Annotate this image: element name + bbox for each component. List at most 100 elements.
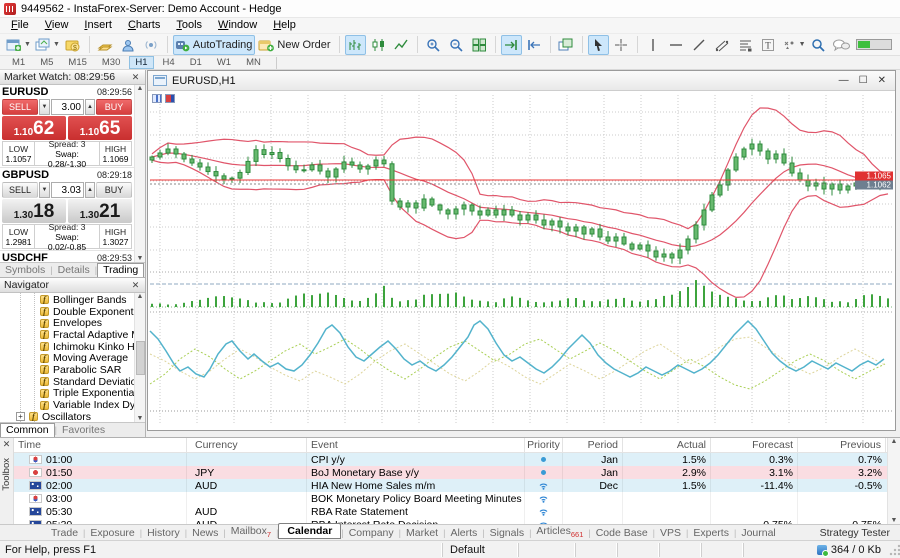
timeframe-m15[interactable]: M15 xyxy=(62,56,92,69)
column-header-forecast[interactable]: Forecast xyxy=(711,438,798,452)
zoom-in-icon[interactable] xyxy=(423,35,444,55)
fibonacci-icon[interactable] xyxy=(735,35,756,55)
status-profile[interactable]: Default xyxy=(442,543,518,557)
toolbox-tab-trade[interactable]: Trade xyxy=(46,527,83,539)
maximize-icon[interactable]: ☐ xyxy=(859,75,868,86)
toolbox-tab-articles[interactable]: Articles661 xyxy=(531,525,588,539)
toolbox-tab-news[interactable]: News xyxy=(187,527,223,539)
buy-button[interactable]: BUY xyxy=(96,182,132,198)
navigator-item-parabolic-sar[interactable]: fParabolic SAR xyxy=(0,364,134,376)
restore-windows-icon[interactable] xyxy=(556,35,577,55)
close-icon[interactable]: ✕ xyxy=(130,72,141,83)
navigator-item-double-exponential[interactable]: fDouble Exponential xyxy=(0,306,134,318)
bar-chart-icon[interactable] xyxy=(345,35,366,55)
toolbox-tab-signals[interactable]: Signals xyxy=(485,527,529,539)
tab-trading[interactable]: Trading xyxy=(97,263,144,278)
navigator-scrollbar[interactable]: ▲▼ xyxy=(134,293,145,422)
toolbox-tab-company[interactable]: Company xyxy=(344,527,399,539)
scroll-up-icon[interactable]: ▲ xyxy=(137,293,144,300)
bid-price[interactable]: 1.1062 xyxy=(2,116,66,140)
calendar-row[interactable]: 01:00CPI y/yJan1.5%0.3%0.7% xyxy=(14,453,887,466)
volume-dropdown[interactable]: ▼ xyxy=(39,182,50,198)
toolbox-tab-market[interactable]: Market xyxy=(401,527,443,539)
ask-price[interactable]: 1.1065 xyxy=(68,116,132,140)
scroll-up-icon[interactable]: ▲ xyxy=(137,85,144,92)
tab-symbols[interactable]: Symbols xyxy=(0,264,50,277)
timeframe-h4[interactable]: H4 xyxy=(157,56,181,69)
expand-icon[interactable]: + xyxy=(16,412,25,421)
toolbox-tab-vps[interactable]: VPS xyxy=(655,527,686,539)
scroll-down-icon[interactable]: ▼ xyxy=(137,415,144,422)
toolbox-tab-alerts[interactable]: Alerts xyxy=(445,527,482,539)
chart-shift-icon[interactable] xyxy=(524,35,545,55)
calendar-row[interactable]: 05:30AUDRBA Rate Statement xyxy=(14,505,887,518)
navigator-item-standard-deviation[interactable]: fStandard Deviation xyxy=(0,376,134,388)
timeframe-m5[interactable]: M5 xyxy=(34,56,59,69)
navigator-item-envelopes[interactable]: fEnvelopes xyxy=(0,317,134,329)
symbol-block-eurusd[interactable]: EURUSD08:29:56SELL▼3.00▲BUY1.10621.1065L… xyxy=(0,85,134,168)
calendar-scrollbar[interactable]: ▲▼ xyxy=(887,438,900,524)
chat-icon[interactable] xyxy=(832,38,850,52)
community-button[interactable] xyxy=(118,35,139,55)
toolbox-tab-history[interactable]: History xyxy=(142,527,185,539)
timeframe-m1[interactable]: M1 xyxy=(6,56,31,69)
navigator-item-variable-index-dyna[interactable]: fVariable Index Dyna xyxy=(0,399,134,411)
autotrading-button[interactable]: AutoTrading xyxy=(173,35,256,55)
navigator-item-ichimoku-kinko-hyo[interactable]: fIchimoku Kinko Hyo xyxy=(0,341,134,353)
trendline-icon[interactable] xyxy=(689,35,710,55)
close-icon[interactable]: ✕ xyxy=(3,438,11,450)
menu-window[interactable]: Window xyxy=(210,18,265,33)
sell-button[interactable]: SELL xyxy=(2,99,38,115)
menu-file[interactable]: File xyxy=(3,18,37,33)
ask-price[interactable]: 1.3021 xyxy=(68,199,132,223)
navigator-item-triple-exponential-m[interactable]: fTriple Exponential M xyxy=(0,388,134,400)
volume-input[interactable]: 3.00 xyxy=(51,99,84,115)
column-header-period[interactable]: Period xyxy=(563,438,623,452)
symbol-block-usdchf[interactable]: USDCHF08:29:53SELL▼3.00▲BUY xyxy=(0,251,134,262)
text-icon[interactable]: T xyxy=(758,35,779,55)
column-header-event[interactable]: Event xyxy=(307,438,525,452)
toolbox-tab-experts[interactable]: Experts xyxy=(688,527,734,539)
bid-price[interactable]: 1.3018 xyxy=(2,199,66,223)
symbol-block-gbpusd[interactable]: GBPUSD08:29:18SELL▼3.03▲BUY1.30181.3021L… xyxy=(0,168,134,251)
close-icon[interactable]: ✕ xyxy=(130,280,141,291)
quotes-button[interactable] xyxy=(95,35,116,55)
tile-windows-icon[interactable] xyxy=(469,35,490,55)
sell-button[interactable]: SELL xyxy=(2,182,38,198)
column-header-time[interactable]: Time xyxy=(14,438,187,452)
navigator-item-bollinger-bands[interactable]: fBollinger Bands xyxy=(0,294,134,306)
menu-insert[interactable]: Insert xyxy=(76,18,120,33)
cursor-icon[interactable] xyxy=(588,35,609,55)
timeframe-m30[interactable]: M30 xyxy=(96,56,126,69)
column-header-previous[interactable]: Previous xyxy=(798,438,886,452)
zoom-out-icon[interactable] xyxy=(446,35,467,55)
tab-common[interactable]: Common xyxy=(0,423,55,438)
resize-grip[interactable] xyxy=(888,543,900,557)
column-header-priority[interactable]: Priority xyxy=(525,438,563,452)
scroll-down-icon[interactable]: ▼ xyxy=(137,255,144,262)
toolbox-tab-mailbox[interactable]: Mailbox7 xyxy=(226,525,276,539)
timeframe-h1[interactable]: H1 xyxy=(129,56,153,69)
horizontal-line-icon[interactable] xyxy=(666,35,687,55)
arrows-icon[interactable]: ▼ xyxy=(781,35,807,55)
volume-input[interactable]: 3.03 xyxy=(51,182,84,198)
tab-details[interactable]: Details xyxy=(53,264,95,277)
volume-step-up[interactable]: ▲ xyxy=(85,99,95,115)
chart-window-titlebar[interactable]: EURUSD,H1 — ☐ ✕ xyxy=(148,71,895,91)
new-order-button[interactable]: New Order xyxy=(257,35,333,55)
strategy-tester-tab[interactable]: Strategy Tester xyxy=(820,527,890,539)
calendar-row[interactable]: 02:00AUDHIA New Home Sales m/mDec1.5%-11… xyxy=(14,479,887,492)
new-chart-button[interactable]: ▼ xyxy=(5,35,32,55)
timeframe-d1[interactable]: D1 xyxy=(184,56,208,69)
buy-button[interactable]: BUY xyxy=(96,99,132,115)
navigator-header[interactable]: Navigator ✕ xyxy=(0,278,145,293)
timeframe-mn[interactable]: MN xyxy=(240,56,267,69)
search-icon[interactable] xyxy=(811,38,826,52)
history-center-button[interactable]: $ xyxy=(63,35,84,55)
menu-help[interactable]: Help xyxy=(265,18,304,33)
toolbox-tab-journal[interactable]: Journal xyxy=(736,527,780,539)
scroll-down-icon[interactable]: ▼ xyxy=(891,517,898,524)
channel-icon[interactable] xyxy=(712,35,733,55)
profiles-button[interactable]: ▼ xyxy=(34,35,61,55)
menu-view[interactable]: View xyxy=(37,18,77,33)
